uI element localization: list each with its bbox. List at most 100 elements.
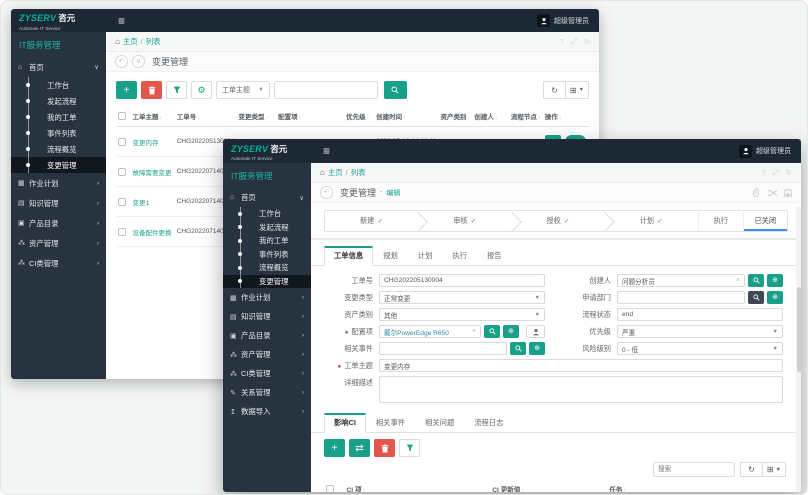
back-button[interactable]: ↶ [320, 186, 333, 199]
column-header[interactable]: 资产类别↕ [438, 106, 473, 127]
sidebar-item[interactable]: 变更管理∨› [11, 157, 106, 173]
ticket-no-input[interactable] [379, 274, 545, 287]
column-header[interactable]: CI 更新值↕ [490, 480, 608, 492]
collapse-button[interactable]: ∨ [132, 55, 145, 68]
sidebar-item[interactable]: 我的工单∨› [223, 234, 311, 248]
workflow-step[interactable]: 审核 ✓ [418, 211, 511, 231]
sidebar-item[interactable]: ⁂资产管理∨› [11, 233, 106, 253]
ci-search-input[interactable] [653, 462, 735, 477]
user-menu[interactable]: 超级管理员 [537, 14, 599, 27]
sidebar-item[interactable]: ⁂资产管理∨› [223, 345, 311, 364]
sidebar-item[interactable]: ⁂CI类管理∨› [11, 253, 106, 273]
delete-button[interactable] [141, 81, 162, 99]
save-icon[interactable] [784, 188, 792, 197]
risk-level-select[interactable]: 0 - 低 ▼ [617, 342, 783, 355]
form-tab[interactable]: 计划 [408, 247, 443, 266]
department-search-button[interactable] [748, 291, 764, 304]
workflow-step[interactable]: 已关闭✓ [742, 211, 788, 231]
sidebar-item[interactable]: ▦作业计划∨› [11, 173, 106, 193]
menu-icon[interactable]: ≡ [323, 145, 330, 157]
priority-select[interactable]: 严重 ▼ [617, 325, 783, 338]
scrollbar-thumb[interactable] [796, 286, 801, 373]
help-icon[interactable]: ? [762, 168, 766, 178]
column-header[interactable]: CI 项↕ [344, 480, 491, 492]
department-input[interactable] [617, 291, 745, 304]
sidebar-item[interactable]: ▤知识管理∨› [223, 307, 311, 326]
change-type-select[interactable]: 正常变更 ▼ [379, 291, 545, 304]
relation-tab[interactable]: 流程日志 [464, 414, 513, 433]
sidebar-item[interactable]: 工作台∨› [11, 77, 106, 93]
description-textarea[interactable] [379, 376, 783, 403]
workflow-step[interactable]: 授权 ✓ [512, 211, 605, 231]
relation-tab[interactable]: 相关问题 [415, 414, 464, 433]
sidebar-item[interactable]: ✎关系管理∨› [223, 383, 311, 402]
clear-icon[interactable]: × [472, 328, 476, 335]
department-add-button[interactable]: ⊕ [767, 291, 783, 304]
creator-value[interactable]: 问题分析员 × [617, 274, 745, 287]
sidebar-item[interactable]: 流程概览∨› [223, 261, 311, 275]
expand-icon[interactable]: ⤢ [773, 168, 779, 178]
form-tab[interactable]: 工单信息 [324, 246, 374, 266]
breadcrumb-current[interactable]: 列表 [351, 167, 366, 178]
subject-link[interactable]: 设备配件更换 [130, 216, 175, 247]
workflow-step[interactable]: 执行✓ [698, 211, 743, 231]
sidebar-item[interactable]: ⁂CI类管理∨› [223, 364, 311, 383]
search-input[interactable] [273, 81, 378, 99]
breadcrumb-home[interactable]: 主页 [328, 167, 343, 178]
form-tab[interactable]: 报告 [477, 247, 512, 266]
breadcrumb-current[interactable]: 列表 [146, 36, 161, 47]
column-header[interactable]: 配置项↕ [276, 106, 345, 127]
sidebar-item[interactable]: ▣产品目录∨› [11, 213, 106, 233]
sidebar-item[interactable]: 发起流程∨› [11, 93, 106, 109]
column-header[interactable]: 变更类型↕ [236, 106, 277, 127]
form-tab[interactable]: 规划 [373, 247, 408, 266]
search-field-select[interactable]: 工单主题 ▼ [216, 81, 270, 99]
ci-owner-button[interactable] [526, 325, 545, 338]
refresh-table-button[interactable]: ↻ [543, 81, 566, 99]
user-menu[interactable]: 超级管理员 [739, 144, 801, 158]
sidebar-item[interactable]: 我的工单∨› [11, 109, 106, 125]
ci-add-row-button[interactable]: + [324, 439, 345, 457]
columns-button[interactable]: ⊞ ▼ [566, 81, 589, 99]
clear-icon[interactable]: × [736, 277, 740, 284]
relation-tab[interactable]: 影响CI [324, 413, 366, 433]
sidebar-item[interactable]: ▣产品目录∨› [223, 326, 311, 345]
sidebar-item[interactable]: ⌂首页∨› [223, 188, 311, 207]
subject-link[interactable]: 变更内存 [130, 126, 175, 157]
paperclip-icon[interactable] [753, 188, 761, 197]
search-button[interactable] [383, 81, 407, 99]
sidebar-item[interactable]: 事件列表∨› [11, 125, 106, 141]
column-header[interactable]: 任务↕ [607, 480, 788, 492]
column-header[interactable]: 流程节点↕ [508, 106, 543, 127]
expand-icon[interactable]: ⤢ [571, 37, 577, 47]
subject-input[interactable] [379, 359, 783, 372]
ci-search-button[interactable] [484, 325, 500, 338]
row-checkbox[interactable] [118, 227, 126, 236]
row-checkbox[interactable] [118, 137, 126, 146]
menu-icon[interactable]: ≡ [118, 15, 125, 27]
row-checkbox[interactable] [118, 167, 126, 176]
refresh-icon[interactable]: ↻ [786, 168, 792, 178]
ci-value[interactable]: 戴尔PowerEdge R650 × [379, 325, 481, 338]
ci-delete-button[interactable] [374, 439, 395, 457]
help-icon[interactable]: ? [560, 37, 564, 47]
sidebar-item[interactable]: ⌂首页∨› [11, 57, 106, 77]
sidebar-item[interactable]: 变更管理∨› [223, 274, 311, 288]
filter-button[interactable] [166, 81, 187, 99]
creator-search-button[interactable] [748, 274, 764, 287]
select-all-checkbox[interactable] [326, 485, 334, 492]
back-button[interactable]: ↶ [115, 55, 128, 68]
sidebar-item[interactable]: 事件列表∨› [223, 247, 311, 262]
sidebar-item[interactable]: 工作台∨› [223, 207, 311, 221]
sidebar-item[interactable]: 发起流程∨› [223, 220, 311, 235]
refresh-icon[interactable]: ↻ [584, 37, 590, 47]
column-header[interactable]: 工单主题↕ [130, 106, 175, 127]
ci-columns-button[interactable]: ⊞ ▼ [763, 462, 786, 477]
row-checkbox[interactable] [118, 197, 126, 206]
select-all-checkbox[interactable] [118, 112, 126, 120]
sidebar-item[interactable]: ↥数据导入∨› [223, 402, 311, 421]
subject-link[interactable]: 故障需要变更 [130, 156, 175, 187]
creator-add-button[interactable]: ⊕ [767, 274, 783, 287]
form-tab[interactable]: 执行 [442, 247, 477, 266]
workflow-step[interactable]: 计划 ✓ [605, 211, 698, 231]
